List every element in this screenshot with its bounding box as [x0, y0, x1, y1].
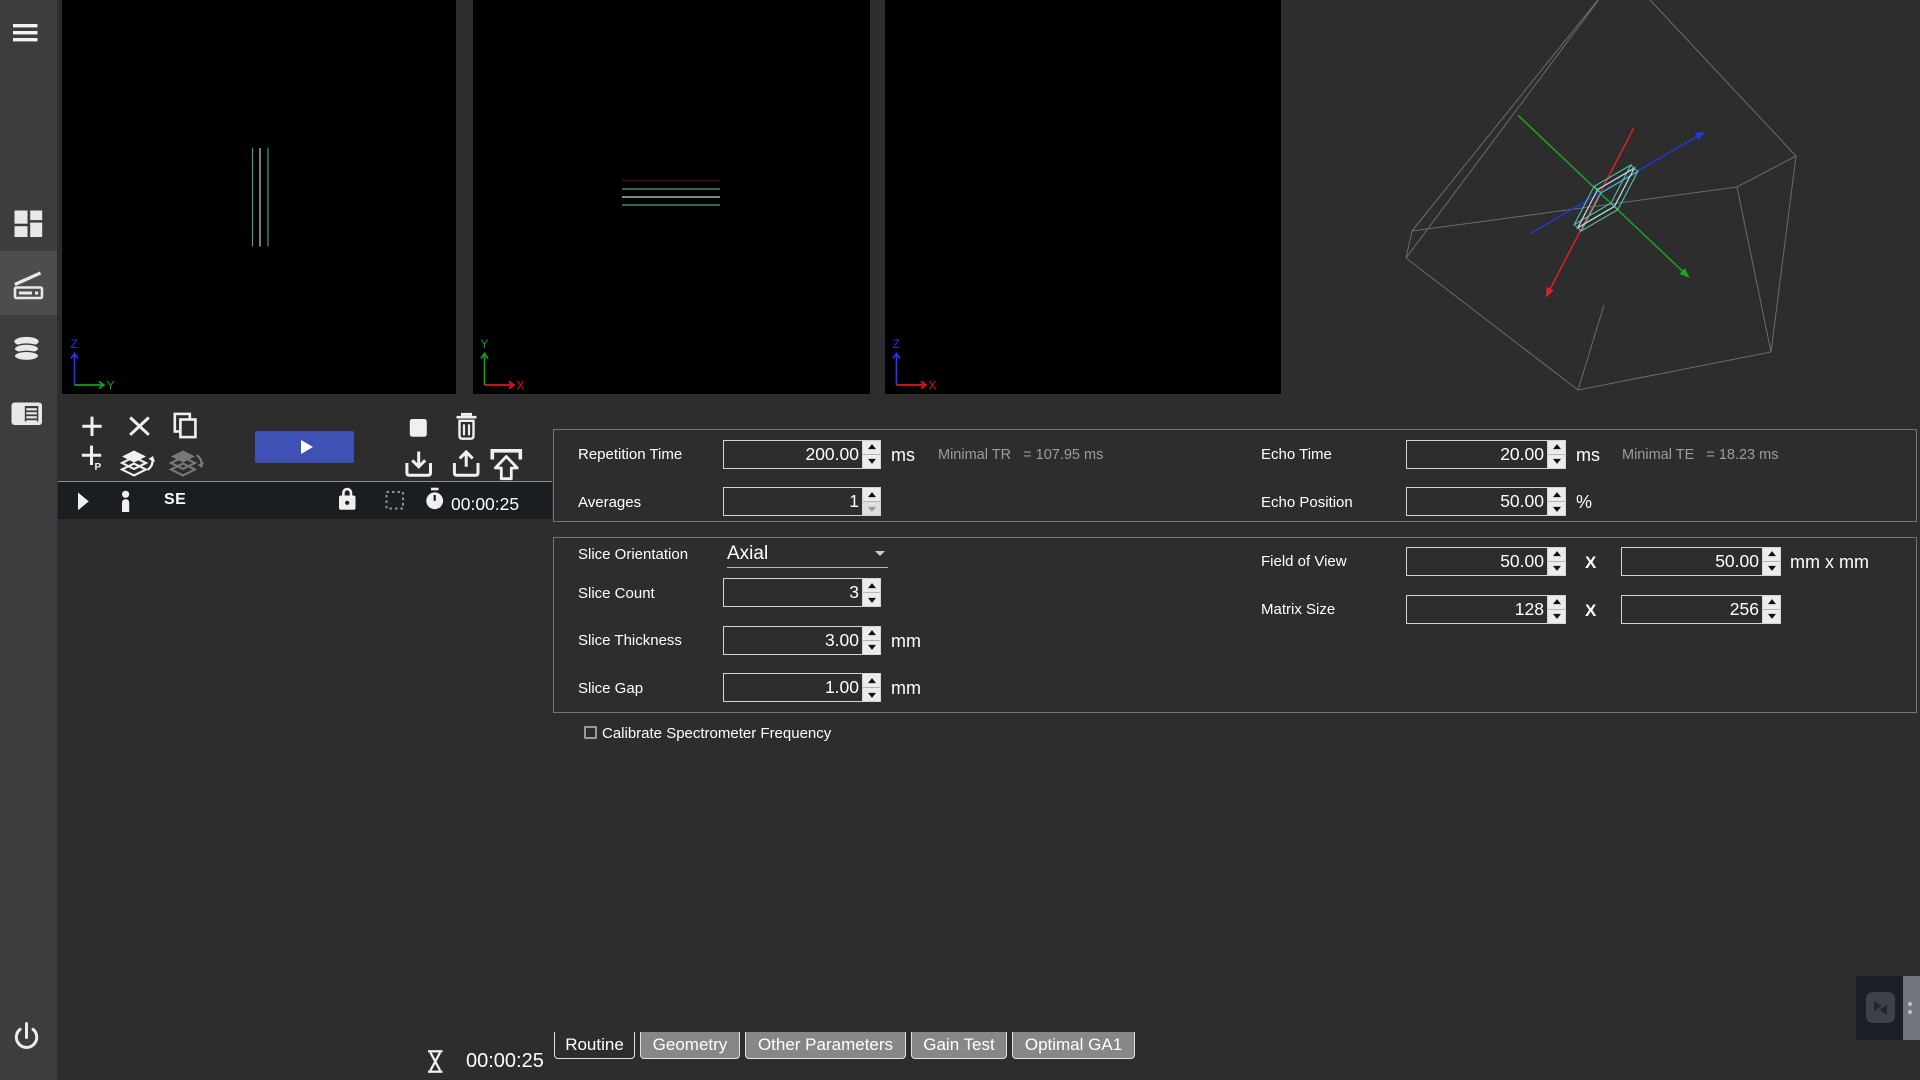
svg-text:X: X [517, 379, 525, 393]
svg-text:X: X [929, 379, 937, 393]
svg-text:Z: Z [71, 337, 78, 351]
svg-text:Y: Y [107, 379, 115, 393]
svg-text:Y: Y [481, 337, 489, 351]
svg-text:Z: Z [893, 337, 900, 351]
svg-text:P: P [95, 462, 102, 473]
